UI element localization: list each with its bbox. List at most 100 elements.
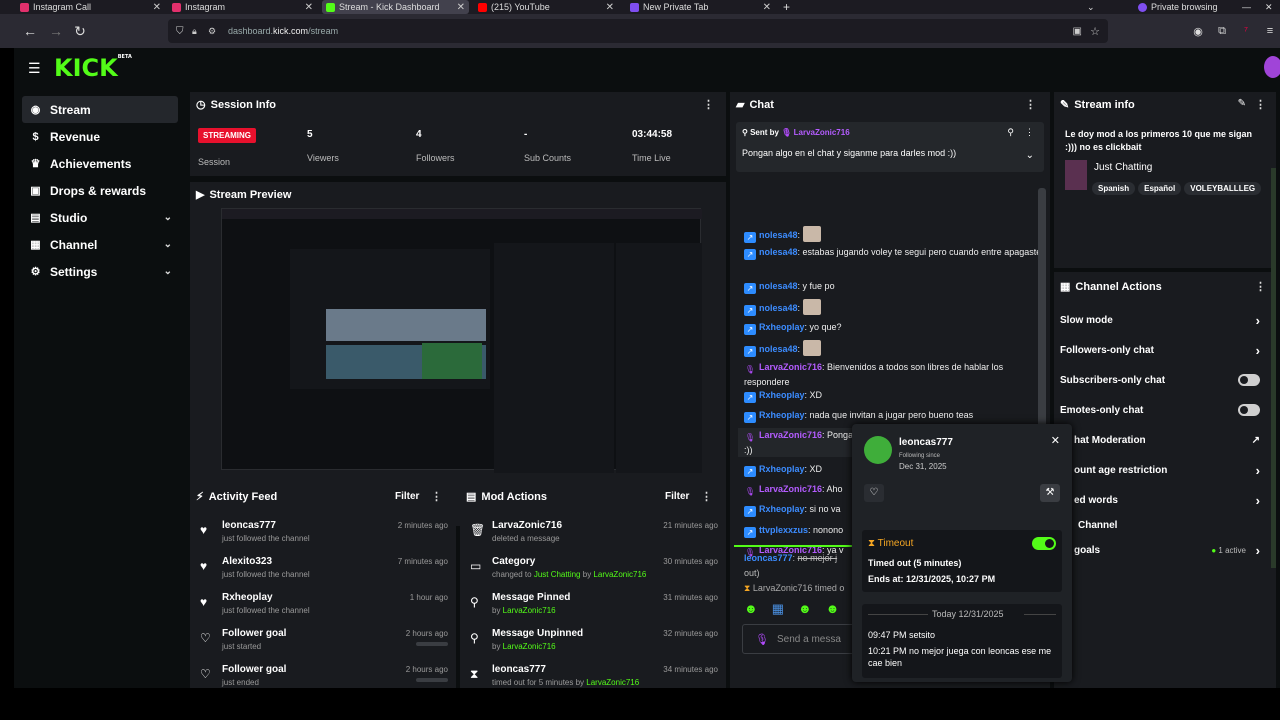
close-icon[interactable]: ✕ xyxy=(305,2,313,13)
more-options-icon[interactable]: ⋮ xyxy=(701,490,712,503)
timeout-notice: ⧗ LarvaZonic716 timed o xyxy=(744,583,845,593)
menu-icon[interactable]: ≡ xyxy=(1262,14,1278,48)
address-bar[interactable]: ⛉ 🔒︎ ⚙ dashboard.kick.com/stream ▣ ☆ xyxy=(168,19,1108,43)
following-date: Dec 31, 2025 xyxy=(899,462,947,471)
subscribers-only-row[interactable]: Subscribers-only chat xyxy=(1060,365,1260,395)
chat-username[interactable]: nolesa48 xyxy=(759,230,798,240)
more-options-icon[interactable]: ⋮ xyxy=(703,98,714,111)
ai-moderation-row[interactable]: hat Moderation ↗ xyxy=(1060,425,1260,455)
verified-badge-icon: ↗ xyxy=(744,412,756,423)
moderation-icon[interactable]: ⚒ xyxy=(1040,484,1060,502)
chat-username[interactable]: Rxheoplay xyxy=(759,464,805,474)
back-arrow-icon[interactable]: ← xyxy=(20,14,40,48)
timeout-toggle[interactable] xyxy=(1032,537,1056,550)
new-tab-plus-icon[interactable]: + xyxy=(783,0,795,14)
reader-view-icon[interactable]: ▣ xyxy=(1073,26,1082,37)
private-browsing-indicator: Private browsing xyxy=(1138,0,1228,14)
forward-arrow-icon[interactable]: → xyxy=(46,14,66,48)
chat-message[interactable]: ↗ Rxheoplay: yo que? xyxy=(744,320,1044,335)
window-controls[interactable]: — ✕ xyxy=(1242,0,1276,14)
stream-preview-video[interactable] xyxy=(221,208,702,473)
chat-username[interactable]: Rxheoplay xyxy=(759,410,805,420)
tab-list-chevron-icon[interactable]: ⌄ xyxy=(1087,0,1099,14)
chat-message[interactable]: ↗ nolesa48: y fue po xyxy=(744,279,1044,294)
pinned-message[interactable]: ⚲ Sent by 🎙︎ LarvaZonic716 Pongan algo e… xyxy=(736,122,1044,172)
user-card-username[interactable]: leoncas777 xyxy=(899,437,953,448)
hamburger-menu-icon[interactable]: ☰ xyxy=(28,60,41,77)
chat-username[interactable]: nolesa48 xyxy=(759,344,798,354)
subs-count: - xyxy=(524,129,528,140)
sidebar-item-stream[interactable]: ◉ Stream xyxy=(22,96,178,123)
chat-username[interactable]: LarvaZonic716 xyxy=(759,362,822,372)
chevron-right-icon: › xyxy=(1255,312,1260,328)
extension-icon[interactable]: ◉ xyxy=(1190,14,1206,48)
more-options-icon[interactable]: ⋮ xyxy=(431,490,442,503)
chat-message[interactable]: ↗ Rxheoplay: nada que invitan a jugar per… xyxy=(744,408,1044,423)
chat-message[interactable]: ↗ nolesa48: estabas jugando voley te segu… xyxy=(744,245,1044,260)
heart-outline-icon[interactable]: ♡ xyxy=(864,484,884,502)
bookmark-star-icon[interactable]: ☆ xyxy=(1090,25,1100,38)
browser-tab[interactable]: (215) YouTube ✕ xyxy=(478,0,618,14)
goals-row[interactable]: goals ● 1 active › xyxy=(1060,535,1260,565)
browser-tab[interactable]: Instagram Call ✕ xyxy=(20,0,165,14)
browser-tab[interactable]: New Private Tab ✕ xyxy=(630,0,775,14)
sidebar-item-channel[interactable]: ▦ Channel ⌄ xyxy=(22,231,178,258)
followers-only-row[interactable]: Followers-only chat › xyxy=(1060,335,1260,365)
tag[interactable]: Español xyxy=(1138,182,1182,195)
notification-badge-icon[interactable]: ⁷ xyxy=(1238,14,1254,48)
close-icon[interactable]: ✕ xyxy=(1051,434,1060,447)
chat-username[interactable]: LarvaZonic716 xyxy=(759,484,822,494)
browser-tab-active[interactable]: Stream - Kick Dashboard ✕ xyxy=(322,0,469,14)
chat-username[interactable]: ttvplexxzus xyxy=(759,525,808,535)
chat-username[interactable]: Rxheoplay xyxy=(759,390,805,400)
more-options-icon[interactable]: ⋮ xyxy=(1025,98,1036,111)
pin-icon[interactable]: ⚲ xyxy=(1007,127,1014,138)
emotes-only-row[interactable]: Emotes-only chat xyxy=(1060,395,1260,425)
tag[interactable]: Spanish xyxy=(1092,182,1136,195)
close-icon[interactable]: ✕ xyxy=(153,2,161,13)
chat-username[interactable]: LarvaZonic716 xyxy=(759,430,822,440)
close-icon[interactable]: ✕ xyxy=(763,2,771,13)
sidebar-item-revenue[interactable]: $ Revenue xyxy=(22,123,178,150)
timeout-description: Timed out (5 minutes) xyxy=(868,558,962,568)
chat-username[interactable]: nolesa48 xyxy=(759,303,798,313)
close-icon[interactable]: ✕ xyxy=(457,2,465,13)
chat-message[interactable]: ↗ nolesa48: xyxy=(744,226,1044,243)
list-item: ⚲ Message Unpinned by LarvaZonic716 32 minu… xyxy=(470,628,718,651)
emotes-only-toggle[interactable] xyxy=(1238,404,1260,416)
close-icon[interactable]: ✕ xyxy=(606,2,614,13)
chat-message[interactable]: ↗ Rxheoplay: XD xyxy=(744,388,1044,403)
subscribers-only-toggle[interactable] xyxy=(1238,374,1260,386)
kick-logo[interactable]: KICKBETA xyxy=(54,54,132,82)
sidebar-item-studio[interactable]: ▤ Studio ⌄ xyxy=(22,204,178,231)
chat-message[interactable]: ↗ nolesa48: xyxy=(744,299,1044,316)
emote-bar[interactable]: ☻ ▦ ☻ ☻ xyxy=(744,601,839,617)
sidebar-item-settings[interactable]: ⚙ Settings ⌄ xyxy=(22,258,178,285)
chat-username[interactable]: Rxheoplay xyxy=(759,504,805,514)
age-restriction-row[interactable]: ount age restriction › xyxy=(1060,455,1260,485)
chat-message[interactable]: 🎙︎ LarvaZonic716: Bienvenidos a todos son… xyxy=(744,360,1044,389)
more-options-icon[interactable]: ⋮ xyxy=(1255,280,1266,293)
avatar[interactable] xyxy=(1264,56,1280,78)
edge-strip xyxy=(1271,168,1276,568)
sidebar-item-drops[interactable]: ▣ Drops & rewards xyxy=(22,177,178,204)
chevron-down-icon[interactable]: ⌄ xyxy=(1026,150,1034,161)
more-options-icon[interactable]: ⋮ xyxy=(1025,127,1034,138)
more-options-icon[interactable]: ⋮ xyxy=(1255,98,1266,111)
browser-tab[interactable]: Instagram ✕ xyxy=(172,0,317,14)
chat-username[interactable]: nolesa48 xyxy=(759,247,798,257)
mod-filter-button[interactable]: Filter xyxy=(665,491,689,502)
sidebar-item-achievements[interactable]: ♛ Achievements xyxy=(22,150,178,177)
scrollbar[interactable] xyxy=(1038,188,1046,448)
extensions-puzzle-icon[interactable]: ⧉ xyxy=(1214,14,1230,48)
reload-icon[interactable]: ↻ xyxy=(70,14,90,48)
chevron-right-icon: › xyxy=(1255,462,1260,478)
chat-message[interactable]: ↗ nolesa48: xyxy=(744,340,1044,357)
activity-filter-button[interactable]: Filter xyxy=(395,491,419,502)
tag[interactable]: VOLEYBALLLEG xyxy=(1184,182,1262,195)
edit-icon[interactable]: ✎ xyxy=(1238,98,1246,109)
emote-icon: ☻ xyxy=(744,601,758,616)
chat-username[interactable]: nolesa48 xyxy=(759,281,798,291)
chat-username[interactable]: Rxheoplay xyxy=(759,322,805,332)
slow-mode-row[interactable]: Slow mode › xyxy=(1060,305,1260,335)
